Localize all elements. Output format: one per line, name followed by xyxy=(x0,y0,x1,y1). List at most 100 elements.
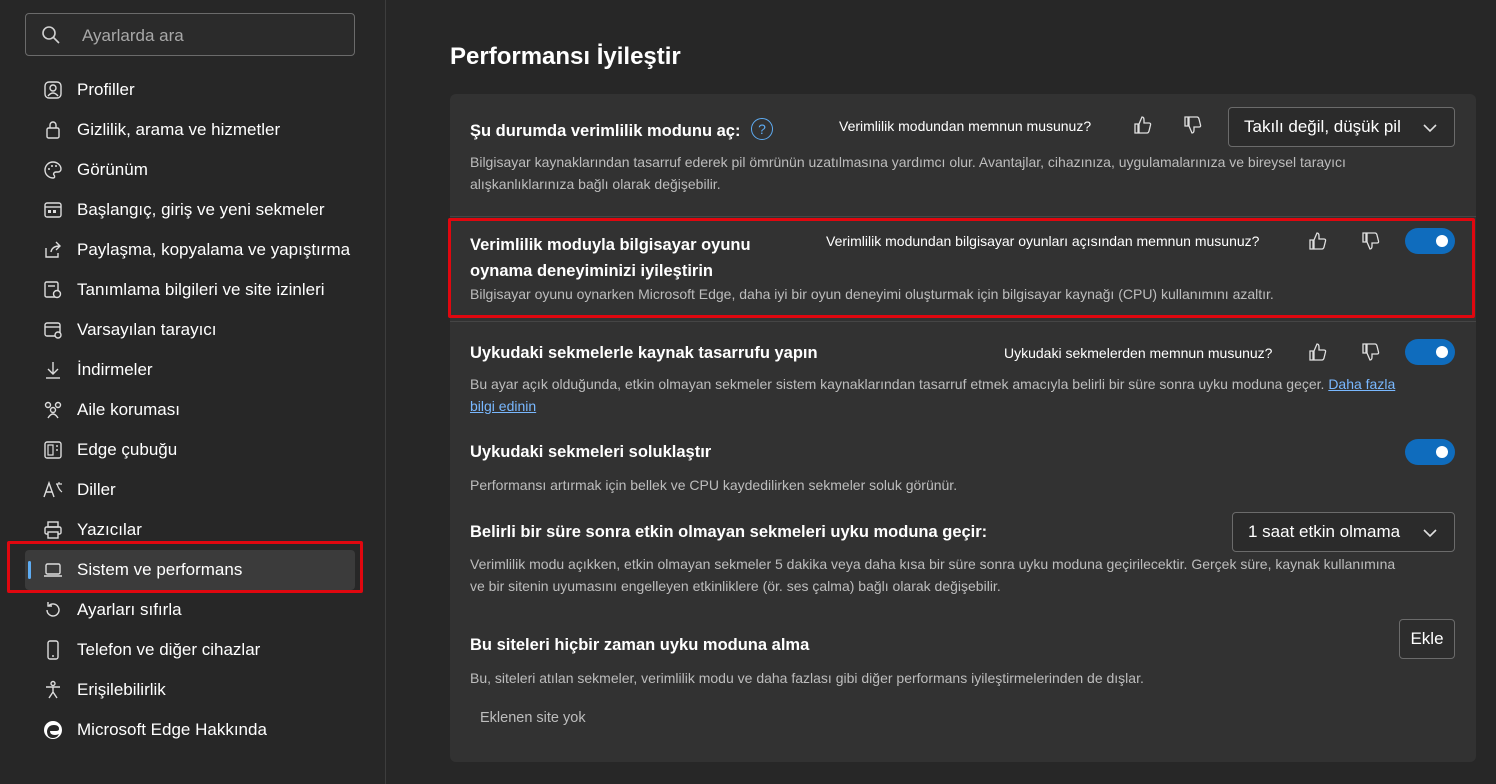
laptop-icon xyxy=(40,557,66,583)
dropdown-value: Takılı değil, düşük pil xyxy=(1244,117,1401,136)
sidebar-item-label: Gizlilik, arama ve hizmetler xyxy=(77,120,281,139)
sidebar-item-appearance[interactable]: Görünüm xyxy=(25,150,355,190)
sidebar-item-printers[interactable]: Yazıcılar xyxy=(25,510,355,550)
reset-icon xyxy=(40,597,66,623)
sidebar-item-label: Diller xyxy=(77,480,116,499)
sidebar-item-start-home[interactable]: Başlangıç, giriş ve yeni sekmeler xyxy=(25,190,355,230)
never-sleep-title: Bu siteleri hiçbir zaman uyku moduna alm… xyxy=(470,636,810,654)
sleeping-tabs-toggle[interactable] xyxy=(1405,339,1455,365)
search-input[interactable]: Ayarlarda ara xyxy=(82,26,184,46)
sidebar-item-label: Görünüm xyxy=(77,160,148,179)
sidebar-item-edge-bar[interactable]: Edge çubuğu xyxy=(25,430,355,470)
fade-tabs-description: Performansı artırmak için bellek ve CPU … xyxy=(470,477,958,493)
profile-icon xyxy=(40,77,66,103)
sidebar-item-label: Aile koruması xyxy=(77,400,180,419)
sidebar-item-label: Profiller xyxy=(77,80,135,99)
divider xyxy=(450,216,1476,217)
sidebar-item-label: Paylaşma, kopyalama ve yapıştırma xyxy=(77,240,351,259)
cookies-icon xyxy=(40,277,66,303)
gaming-title-line1: Verimlilik moduyla bilgisayar oyunu xyxy=(470,236,751,254)
sidebar-item-label: Tanımlama bilgileri ve site izinleri xyxy=(77,280,325,299)
sidebar-item-label: Microsoft Edge Hakkında xyxy=(77,720,267,739)
efficiency-feedback-question: Verimlilik modundan memnun musunuz? xyxy=(839,118,1092,134)
efficiency-mode-description: Bilgisayar kaynaklarından tasarruf edere… xyxy=(470,154,1346,192)
share-icon xyxy=(40,237,66,263)
sleeping-tabs-feedback-question: Uykudaki sekmelerden memnun musunuz? xyxy=(1004,345,1273,361)
sidebar-item-label: İndirmeler xyxy=(77,360,153,379)
divider xyxy=(450,321,1476,322)
learn-more-link-part2[interactable]: bilgi edinin xyxy=(470,398,536,414)
sidebar-item-label: Erişilebilirlik xyxy=(77,680,166,699)
add-site-button[interactable]: Ekle xyxy=(1399,619,1455,659)
sidebar-item-phone[interactable]: Telefon ve diğer cihazlar xyxy=(25,630,355,670)
fade-tabs-title: Uykudaki sekmeleri soluklaştır xyxy=(470,443,712,461)
fade-tabs-toggle[interactable] xyxy=(1405,439,1455,465)
sleep-timer-description: Verimlilik modu açıkken, etkin olmayan s… xyxy=(470,553,1460,597)
sidebar-item-system-performance[interactable]: Sistem ve performans xyxy=(25,550,355,590)
accessibility-icon xyxy=(40,677,66,703)
empty-site-list: Eklenen site yok xyxy=(480,710,586,726)
sidebar-item-about[interactable]: Microsoft Edge Hakkında xyxy=(25,710,355,750)
sidebar-item-accessibility[interactable]: Erişilebilirlik xyxy=(25,670,355,710)
sidebar-item-label: Yazıcılar xyxy=(77,520,142,539)
sidebar-item-label: Sistem ve performans xyxy=(77,560,243,579)
chevron-down-icon xyxy=(1423,529,1437,538)
sidebar-item-profiles[interactable]: Profiller xyxy=(25,70,355,110)
printer-icon xyxy=(40,517,66,543)
sidebar-item-downloads[interactable]: İndirmeler xyxy=(25,350,355,390)
languages-icon xyxy=(40,477,66,503)
thumbs-up-icon[interactable] xyxy=(1131,113,1155,137)
thumbs-up-icon[interactable] xyxy=(1306,340,1330,364)
never-sleep-description: Bu, siteleri atılan sekmeler, verimlilik… xyxy=(470,670,1144,686)
sleeping-tabs-description-text: Bu ayar açık olduğunda, etkin olmayan se… xyxy=(470,376,1325,392)
settings-sidebar: Ayarlarda ara Profiller Gizlilik, arama … xyxy=(0,0,386,784)
settings-search-box[interactable]: Ayarlarda ara xyxy=(25,13,355,56)
sidebar-item-family[interactable]: Aile koruması xyxy=(25,390,355,430)
thumbs-down-icon[interactable] xyxy=(1359,229,1383,253)
gaming-title: Verimlilik moduyla bilgisayar oyunu oyna… xyxy=(470,232,751,284)
gaming-title-line2: oynama deneyiminizi iyileştirin xyxy=(470,262,713,280)
learn-more-link-part1[interactable]: Daha fazla xyxy=(1328,376,1395,392)
sidebar-item-default-browser[interactable]: Varsayılan tarayıcı xyxy=(25,310,355,350)
efficiency-mode-title: Şu durumda verimlilik modunu aç: xyxy=(470,122,741,140)
edge-logo-icon xyxy=(40,717,66,743)
sidebar-item-share[interactable]: Paylaşma, kopyalama ve yapıştırma xyxy=(25,230,355,270)
sidebar-item-label: Başlangıç, giriş ve yeni sekmeler xyxy=(77,200,325,219)
palette-icon xyxy=(40,157,66,183)
toggle-knob xyxy=(1436,446,1448,458)
sleep-timer-description-line2: ve bir sitenin uyumasını engelleyen etki… xyxy=(470,578,1001,594)
sleeping-tabs-description: Bu ayar açık olduğunda, etkin olmayan se… xyxy=(470,373,1455,417)
sleep-timer-dropdown[interactable]: 1 saat etkin olmama xyxy=(1232,512,1455,552)
browser-icon xyxy=(40,317,66,343)
thumbs-down-icon[interactable] xyxy=(1181,113,1205,137)
dropdown-value: 1 saat etkin olmama xyxy=(1248,522,1401,541)
gaming-description: Bilgisayar oyunu oynarken Microsoft Edge… xyxy=(470,286,1274,302)
help-icon[interactable]: ? xyxy=(751,118,773,140)
phone-icon xyxy=(40,637,66,663)
family-icon xyxy=(40,397,66,423)
gaming-toggle[interactable] xyxy=(1405,228,1455,254)
performance-card: Şu durumda verimlilik modunu aç: ? Verim… xyxy=(450,94,1476,762)
sidebar-item-label: Edge çubuğu xyxy=(77,440,178,459)
page-title: Performansı İyileştir xyxy=(450,43,681,70)
active-indicator xyxy=(28,561,31,579)
download-icon xyxy=(40,357,66,383)
chevron-down-icon xyxy=(1423,124,1437,133)
edge-bar-icon xyxy=(40,437,66,463)
sidebar-item-reset[interactable]: Ayarları sıfırla xyxy=(25,590,355,630)
thumbs-up-icon[interactable] xyxy=(1306,229,1330,253)
sidebar-item-languages[interactable]: Diller xyxy=(25,470,355,510)
sidebar-item-label: Varsayılan tarayıcı xyxy=(77,320,217,339)
sidebar-nav: Profiller Gizlilik, arama ve hizmetler G… xyxy=(25,70,355,750)
sidebar-item-privacy[interactable]: Gizlilik, arama ve hizmetler xyxy=(25,110,355,150)
sleep-timer-title: Belirli bir süre sonra etkin olmayan sek… xyxy=(470,523,988,541)
sidebar-item-cookies[interactable]: Tanımlama bilgileri ve site izinleri xyxy=(25,270,355,310)
lock-icon xyxy=(40,117,66,143)
search-icon xyxy=(42,26,60,44)
efficiency-mode-dropdown[interactable]: Takılı değil, düşük pil xyxy=(1228,107,1455,147)
sleeping-tabs-title: Uykudaki sekmelerle kaynak tasarrufu yap… xyxy=(470,344,818,362)
thumbs-down-icon[interactable] xyxy=(1359,340,1383,364)
sidebar-item-label: Ayarları sıfırla xyxy=(77,600,182,619)
gaming-feedback-question: Verimlilik modundan bilgisayar oyunları … xyxy=(826,233,1260,249)
toggle-knob xyxy=(1436,346,1448,358)
